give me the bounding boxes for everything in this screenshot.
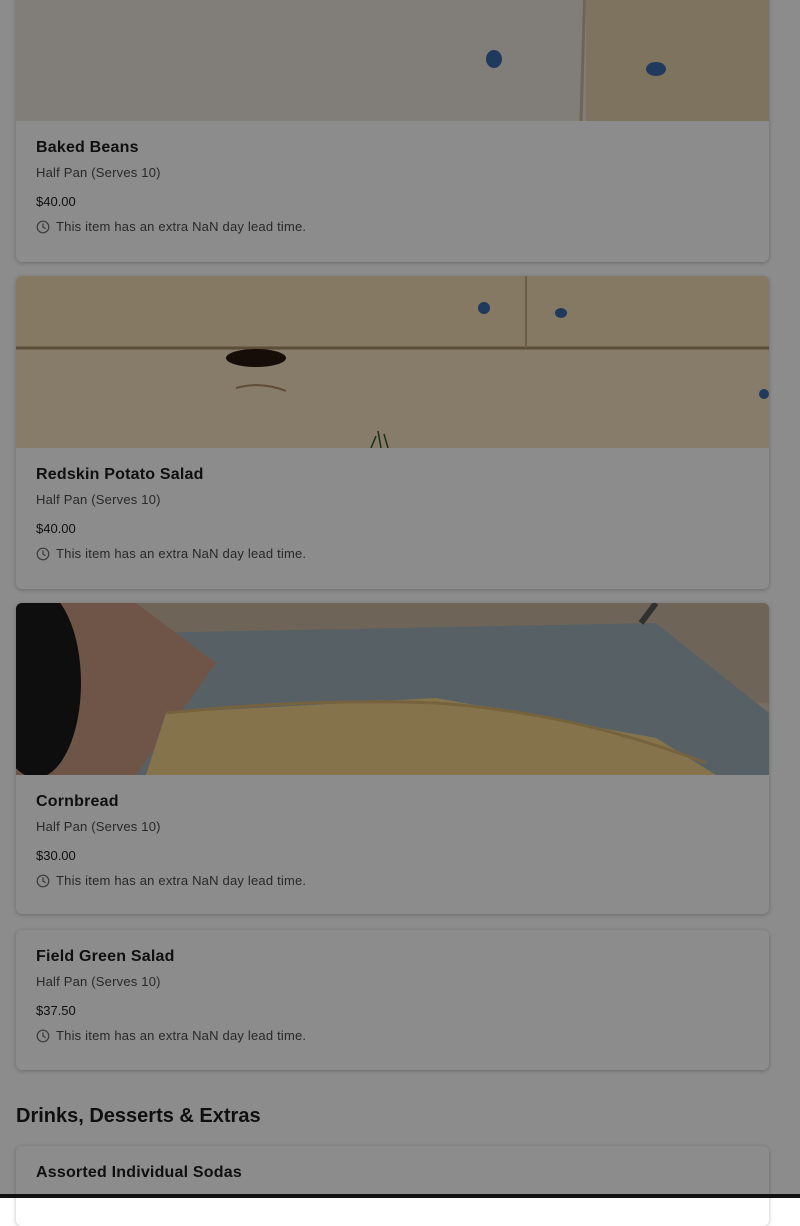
lead-time-text: This item has an extra NaN day lead time…: [56, 873, 307, 888]
menu-item-card[interactable]: Assorted Individual Sodas: [16, 1146, 769, 1226]
item-price: $40.00: [36, 194, 76, 209]
lead-time-note: This item has an extra NaN day lead time…: [36, 219, 749, 235]
item-name[interactable]: Baked Beans: [36, 138, 749, 158]
menu-page: Baked Beans Half Pan (Serves 10) $40.00 …: [0, 0, 800, 1226]
item-price: $37.50: [36, 1003, 76, 1018]
item-photo: [16, 276, 769, 448]
item-photo: [16, 603, 769, 775]
item-portion: Half Pan (Serves 10): [36, 974, 161, 989]
menu-item-card[interactable]: Cornbread Half Pan (Serves 10) $30.00 Th…: [16, 603, 769, 914]
menu-item-card[interactable]: Baked Beans Half Pan (Serves 10) $40.00 …: [16, 0, 769, 262]
item-portion: Half Pan (Serves 10): [36, 165, 161, 180]
lead-time-text: This item has an extra NaN day lead time…: [56, 546, 307, 561]
item-photo: [16, 0, 769, 121]
item-price: $40.00: [36, 521, 76, 536]
clock-icon: [36, 874, 50, 888]
lead-time-note: This item has an extra NaN day lead time…: [36, 873, 749, 889]
item-details: Assorted Individual Sodas: [36, 1163, 749, 1183]
item-details: Cornbread Half Pan (Serves 10) $30.00 Th…: [36, 792, 749, 889]
bottom-edge-bar: [0, 1194, 800, 1198]
section-heading: Drinks, Desserts & Extras: [16, 1105, 261, 1127]
clock-icon: [36, 220, 50, 234]
menu-item-card[interactable]: Redskin Potato Salad Half Pan (Serves 10…: [16, 276, 769, 589]
menu-item-card[interactable]: Field Green Salad Half Pan (Serves 10) $…: [16, 930, 769, 1070]
item-details: Baked Beans Half Pan (Serves 10) $40.00 …: [36, 138, 749, 235]
item-price: $30.00: [36, 848, 76, 863]
item-details: Field Green Salad Half Pan (Serves 10) $…: [36, 947, 749, 1044]
lead-time-text: This item has an extra NaN day lead time…: [56, 219, 307, 234]
item-name[interactable]: Assorted Individual Sodas: [36, 1163, 749, 1183]
lead-time-note: This item has an extra NaN day lead time…: [36, 546, 749, 562]
lead-time-text: This item has an extra NaN day lead time…: [56, 1028, 307, 1043]
lead-time-note: This item has an extra NaN day lead time…: [36, 1028, 749, 1044]
item-portion: Half Pan (Serves 10): [36, 819, 161, 834]
cornbread-photo: [16, 603, 769, 775]
item-name[interactable]: Cornbread: [36, 792, 749, 812]
item-name[interactable]: Redskin Potato Salad: [36, 465, 749, 485]
wood-planks-photo: [16, 276, 769, 448]
clock-icon: [36, 547, 50, 561]
item-portion: Half Pan (Serves 10): [36, 492, 161, 507]
wood-planks-photo: [16, 0, 769, 121]
clock-icon: [36, 1029, 50, 1043]
item-details: Redskin Potato Salad Half Pan (Serves 10…: [36, 465, 749, 562]
item-name[interactable]: Field Green Salad: [36, 947, 749, 967]
